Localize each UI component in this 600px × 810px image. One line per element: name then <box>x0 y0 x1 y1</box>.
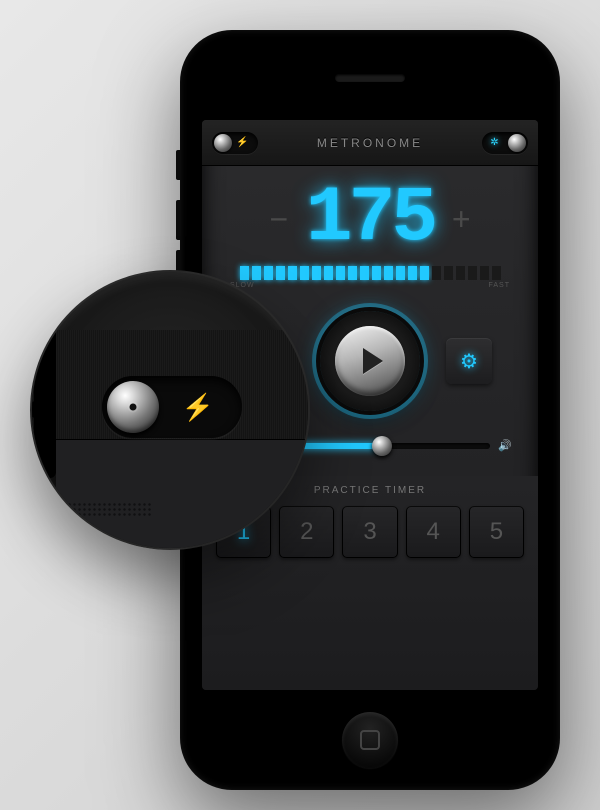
phone-side-detail <box>30 302 56 478</box>
mute-switch[interactable] <box>176 150 180 180</box>
toggle-knob <box>508 134 526 152</box>
timer-preset-3[interactable]: 3 <box>342 506 397 558</box>
play-icon <box>363 348 383 374</box>
tempo-meter-labels: SLOW FAST <box>202 280 538 289</box>
flash-icon-detail: ⚡ <box>159 392 237 423</box>
light-toggle[interactable]: ✲ <box>482 132 528 154</box>
detail-magnifier: ⚡ <box>30 270 310 550</box>
home-button[interactable] <box>342 712 398 768</box>
volume-thumb[interactable] <box>372 436 392 456</box>
meter-segment <box>444 266 453 280</box>
flash-icon: ⚡ <box>232 137 256 148</box>
volume-up-button[interactable] <box>176 200 180 240</box>
screen-body-detail <box>56 440 308 548</box>
bpm-row: − 175 + <box>202 180 538 258</box>
flash-toggle[interactable]: ⚡ <box>212 132 258 154</box>
meter-segment <box>324 266 333 280</box>
meter-segment <box>492 266 501 280</box>
timer-preset-4[interactable]: 4 <box>406 506 461 558</box>
meter-segment <box>276 266 285 280</box>
toggle-knob <box>214 134 232 152</box>
meter-segment <box>360 266 369 280</box>
meter-segment <box>408 266 417 280</box>
fast-label: FAST <box>488 282 510 289</box>
tempo-plus-button[interactable]: + <box>446 204 476 234</box>
header-bar: ⚡ METRONOME ✲ <box>202 120 538 166</box>
settings-button[interactable]: ⚙ <box>446 338 492 384</box>
meter-segment <box>432 266 441 280</box>
meter-segment <box>312 266 321 280</box>
meter-segment <box>252 266 261 280</box>
meter-segment <box>348 266 357 280</box>
bpm-display: 175 <box>306 180 434 258</box>
meter-segment <box>456 266 465 280</box>
gear-icon: ⚙ <box>460 349 478 374</box>
meter-segment <box>396 266 405 280</box>
flash-toggle-detail[interactable]: ⚡ <box>102 376 242 438</box>
speaker-grille-detail <box>62 502 152 516</box>
app-title: METRONOME <box>317 136 423 150</box>
meter-segment <box>468 266 477 280</box>
timer-preset-5[interactable]: 5 <box>469 506 524 558</box>
meter-segment <box>240 266 249 280</box>
play-button-inner <box>335 326 405 396</box>
play-button[interactable] <box>320 311 420 411</box>
speaker-high-icon: 🔊 <box>498 439 512 452</box>
meter-segment <box>264 266 273 280</box>
toggle-knob-detail <box>107 381 159 433</box>
meter-segment <box>384 266 393 280</box>
snow-icon: ✲ <box>484 137 508 148</box>
meter-segment <box>480 266 489 280</box>
meter-segment <box>372 266 381 280</box>
tempo-minus-button[interactable]: − <box>264 204 294 234</box>
tempo-meter <box>228 266 512 280</box>
meter-segment <box>420 266 429 280</box>
meter-segment <box>336 266 345 280</box>
meter-segment <box>288 266 297 280</box>
meter-segment <box>300 266 309 280</box>
